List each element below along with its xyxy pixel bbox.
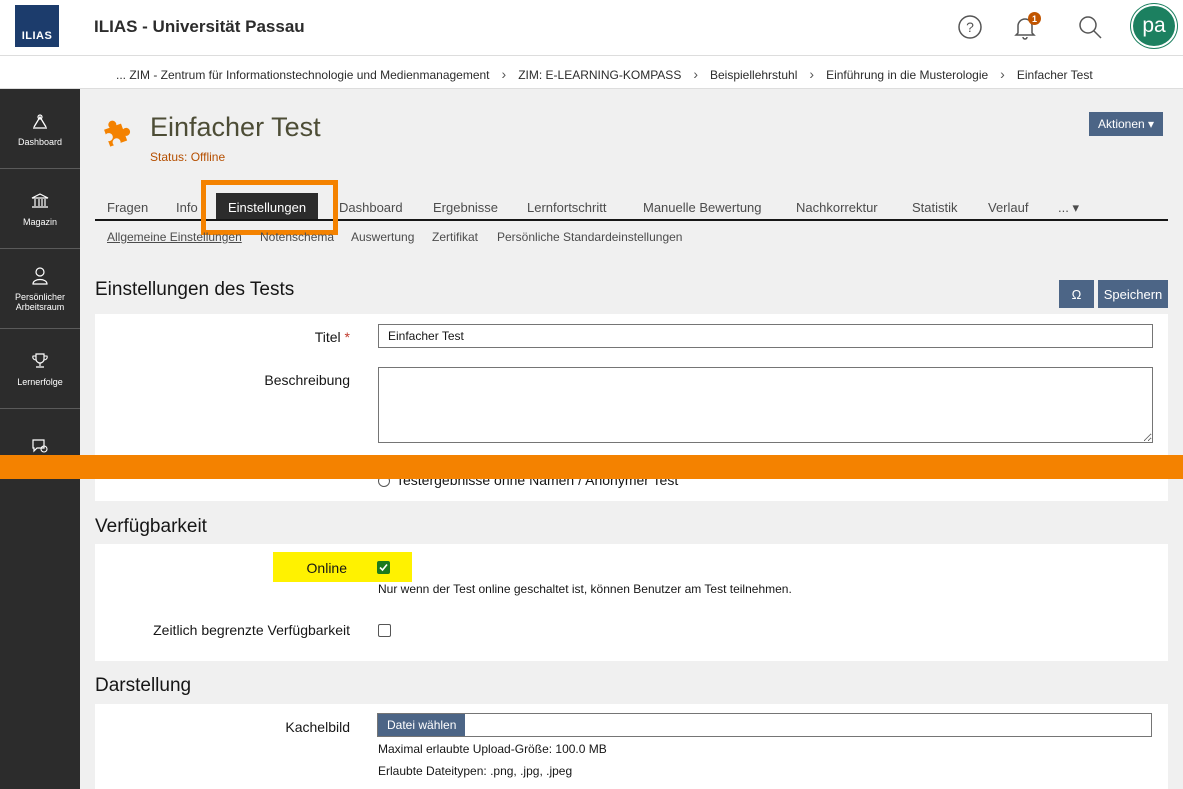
tab-more-dropdown[interactable]: ... ▾: [1058, 200, 1079, 216]
chevron-right-icon: ›: [1000, 66, 1005, 82]
dashboard-icon: [33, 113, 47, 129]
notification-badge: 1: [1028, 12, 1041, 25]
required-marker: *: [344, 329, 350, 345]
sidebar-item-personal-workspace[interactable]: Persönlicher Arbeitsraum: [0, 249, 80, 329]
help-circle-icon[interactable]: ?: [955, 12, 985, 42]
limited-availability-label: Zeitlich begrenzte Verfügbarkeit: [153, 622, 350, 638]
tab-verlauf[interactable]: Verlauf: [988, 200, 1028, 215]
online-help-text: Nur wenn der Test online geschaltet ist,…: [378, 582, 792, 596]
puzzle-icon: [104, 120, 131, 147]
breadcrumb-item[interactable]: Einfacher Test: [1017, 68, 1093, 82]
chevron-right-icon: ›: [501, 66, 507, 82]
breadcrumb-item[interactable]: ... ZIM - Zentrum für Informationstechno…: [116, 68, 490, 82]
sidebar-item-label: Persönlicher Arbeitsraum: [14, 291, 66, 312]
tab-ergebnisse[interactable]: Ergebnisse: [433, 200, 498, 215]
ilias-logo[interactable]: ILIAS: [15, 5, 59, 47]
sidebar-item-label: Magazin: [22, 216, 58, 227]
avatar-initials: pa: [1142, 14, 1166, 37]
breadcrumb: ... ZIM - Zentrum für Informationstechno…: [0, 57, 1183, 89]
bell-icon[interactable]: 1: [1010, 12, 1041, 42]
breadcrumb-item[interactable]: Beispiellehrstuhl: [710, 68, 797, 82]
actions-dropdown-button[interactable]: Aktionen ▾: [1089, 112, 1164, 136]
subtab-notenschema[interactable]: Notenschema: [260, 230, 334, 244]
chat-icon: [32, 439, 48, 453]
tab-manuelle-bewertung[interactable]: Manuelle Bewertung: [643, 200, 762, 215]
omega-button[interactable]: Ω: [1059, 280, 1094, 308]
tab-fragen[interactable]: Fragen: [107, 200, 148, 215]
svg-text:?: ?: [966, 19, 974, 35]
choose-file-button[interactable]: Datei wählen: [378, 714, 466, 736]
logo-text: ILIAS: [21, 30, 53, 42]
sidebar-item-dashboard[interactable]: Dashboard: [0, 89, 80, 169]
allowed-file-types-text: Erlaubte Dateitypen: .png, .jpg, .jpeg: [378, 764, 573, 778]
status-text: Status: Offline: [150, 150, 226, 164]
description-label: Beschreibung: [264, 372, 350, 388]
top-header: ILIAS ILIAS - Universität Passau ? 1 pa: [0, 0, 1183, 56]
sidebar-item-label: Dashboard: [17, 136, 63, 147]
section-title-availability: Verfügbarkeit: [95, 516, 207, 537]
app-title[interactable]: ILIAS - Universität Passau: [94, 17, 305, 37]
availability-panel: Online Nur wenn der Test online geschalt…: [95, 544, 1168, 661]
magazine-icon: [31, 192, 49, 208]
tab-statistik[interactable]: Statistik: [912, 200, 958, 215]
main-content: Einfacher Test Status: Offline Aktionen …: [80, 89, 1183, 789]
save-button[interactable]: Speichern: [1098, 280, 1168, 308]
breadcrumb-item[interactable]: Einführung in die Musterologie: [826, 68, 988, 82]
tab-highlight-frame: [201, 180, 338, 235]
main-sidebar: Dashboard Magazin Persönlicher Arbeitsra…: [0, 89, 80, 789]
orange-divider-overlay: [0, 455, 1183, 479]
chevron-right-icon: ›: [809, 66, 815, 82]
tab-info[interactable]: Info: [176, 200, 198, 215]
check-icon: [378, 562, 389, 573]
subtab-allgemeine-einstellungen[interactable]: Allgemeine Einstellungen: [107, 230, 242, 244]
title-input[interactable]: [378, 324, 1153, 348]
avatar[interactable]: pa: [1131, 4, 1177, 48]
chevron-right-icon: ›: [693, 66, 698, 82]
breadcrumb-item[interactable]: ZIM: E-LEARNING-KOMPASS: [518, 68, 681, 82]
subtab-auswertung[interactable]: Auswertung: [351, 230, 414, 244]
search-icon[interactable]: [1075, 12, 1105, 42]
tab-lernfortschritt[interactable]: Lernfortschritt: [527, 200, 606, 215]
tab-nachkorrektur[interactable]: Nachkorrektur: [796, 200, 878, 215]
sidebar-item-label: Lernerfolge: [17, 376, 63, 387]
trophy-icon: [32, 352, 48, 368]
online-label-highlighted: Online: [306, 560, 347, 576]
page-title: Einfacher Test: [150, 112, 321, 142]
subtab-persoenliche-standardeinstellungen[interactable]: Persönliche Standardeinstellungen: [497, 230, 682, 244]
limited-availability-checkbox[interactable]: [378, 624, 391, 637]
title-label: Titel *: [315, 329, 350, 345]
description-textarea[interactable]: [378, 367, 1153, 443]
title-label-text: Titel: [314, 329, 341, 345]
person-icon: [32, 266, 48, 285]
tile-image-file-input[interactable]: Datei wählen: [377, 713, 1152, 737]
section-title-presentation: Darstellung: [95, 675, 192, 696]
tab-dashboard[interactable]: Dashboard: [339, 200, 403, 215]
online-checkbox-highlighted[interactable]: [377, 561, 390, 574]
sidebar-item-lernerfolge[interactable]: Lernerfolge: [0, 329, 80, 409]
section-title-settings: Einstellungen des Tests: [95, 279, 295, 300]
subtab-zertifikat[interactable]: Zertifikat: [432, 230, 478, 244]
tile-image-label: Kachelbild: [285, 719, 350, 735]
max-upload-size-text: Maximal erlaubte Upload-Größe: 100.0 MB: [378, 742, 607, 756]
sidebar-item-magazin[interactable]: Magazin: [0, 169, 80, 249]
